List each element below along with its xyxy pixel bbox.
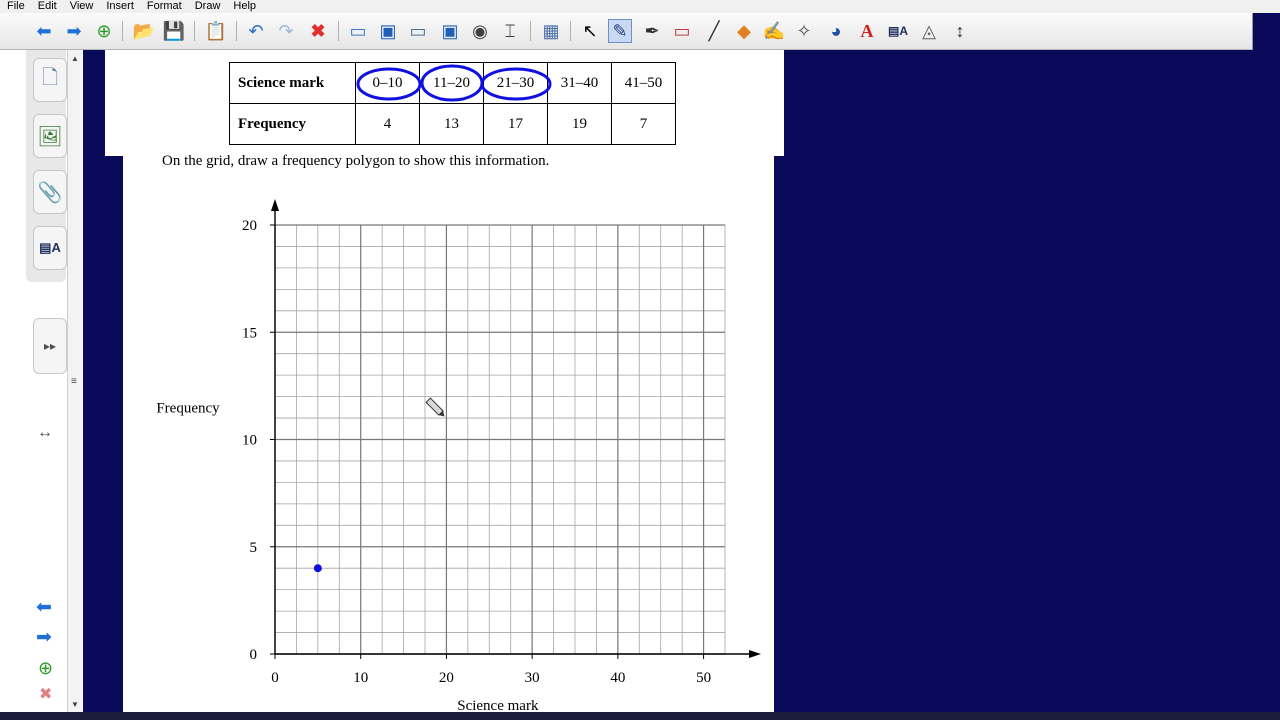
ink-circle-0-10 (356, 67, 422, 101)
instruction-text: On the grid, draw a frequency polygon to… (162, 153, 550, 169)
data-point (313, 564, 322, 573)
tick-labels: 0 10 20 30 40 50 0 5 10 15 20 (242, 218, 711, 686)
plotted-points (313, 564, 322, 573)
y-tick-label: 15 (242, 325, 257, 341)
x-tick-label: 50 (696, 670, 711, 686)
frequency-graph[interactable]: 0 10 20 30 40 5005101520 Science mark Frequen… (140, 190, 770, 715)
pen-cursor-icon (425, 397, 445, 417)
x-tick-label: 30 (525, 670, 540, 686)
x-tick-label: 20 (439, 670, 454, 686)
taskbar (0, 712, 1280, 720)
x-tick-label: 10 (353, 670, 368, 686)
y-axis-label: Frequency (156, 400, 220, 416)
y-tick-label: 0 (250, 647, 258, 663)
ink-circle-21-30 (480, 67, 552, 101)
y-axis-arrow (271, 199, 279, 211)
x-tick-label: 0 (271, 670, 279, 686)
y-tick-label: 20 (242, 218, 257, 234)
x-axis-arrow (749, 650, 761, 658)
y-tick-label: 10 (242, 433, 257, 449)
y-tick-label: 5 (250, 540, 258, 556)
x-tick-label: 40 (610, 670, 625, 686)
ink-circle-11-20 (420, 64, 484, 102)
